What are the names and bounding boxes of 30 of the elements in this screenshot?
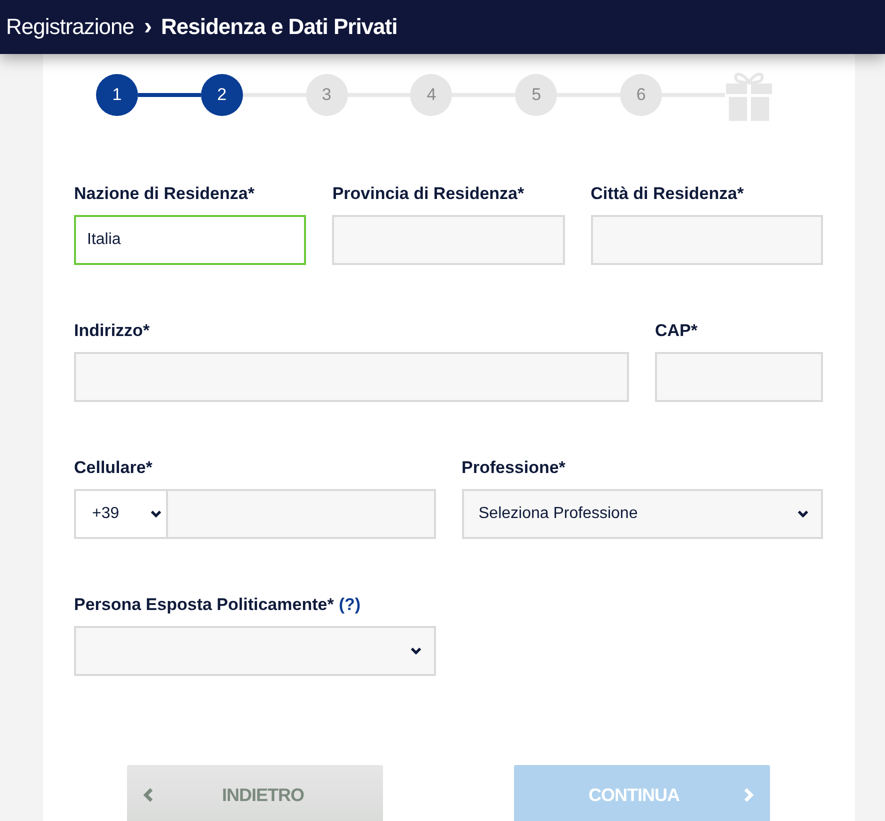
- step-circle: 5: [515, 74, 558, 116]
- field-label: Città di Residenza*: [590, 184, 745, 204]
- input-field[interactable]: [332, 215, 565, 265]
- field-label: Provincia di Residenza*: [332, 184, 526, 204]
- field-label: Professione*: [462, 458, 566, 478]
- step-circle: 6: [620, 74, 662, 116]
- help-link[interactable]: (?): [338, 595, 361, 615]
- breadcrumb-link[interactable]: Registrazione: [6, 14, 134, 40]
- prefix-dropdown[interactable]: +39: [74, 489, 166, 539]
- page-title: Residenza e Dati Privati: [161, 14, 398, 40]
- field-label: Indirizzo*: [74, 321, 151, 341]
- chevron-down-icon: [410, 645, 422, 657]
- dropdown-field[interactable]: [74, 626, 436, 676]
- chevron-down-icon: [150, 508, 162, 520]
- step-circle: 1: [96, 74, 138, 116]
- input-field[interactable]: [74, 352, 629, 402]
- field-label: Cellulare*: [74, 458, 154, 478]
- input-field[interactable]: [655, 352, 823, 402]
- input-field[interactable]: [166, 489, 436, 539]
- chevron-icon: ›: [144, 13, 152, 41]
- field-label: CAP*: [655, 321, 699, 341]
- step-circle: 4: [410, 74, 452, 116]
- input-field[interactable]: Italia: [74, 215, 306, 265]
- step-circle: 2: [200, 74, 243, 116]
- step-circle: 3: [306, 74, 348, 116]
- input-field[interactable]: [590, 215, 823, 265]
- chevron-down-icon: [797, 508, 809, 520]
- field-label: Persona Esposta Politicamente*: [74, 595, 334, 615]
- dropdown-field[interactable]: Seleziona Professione: [462, 489, 823, 539]
- field-label: Nazione di Residenza*: [74, 184, 256, 204]
